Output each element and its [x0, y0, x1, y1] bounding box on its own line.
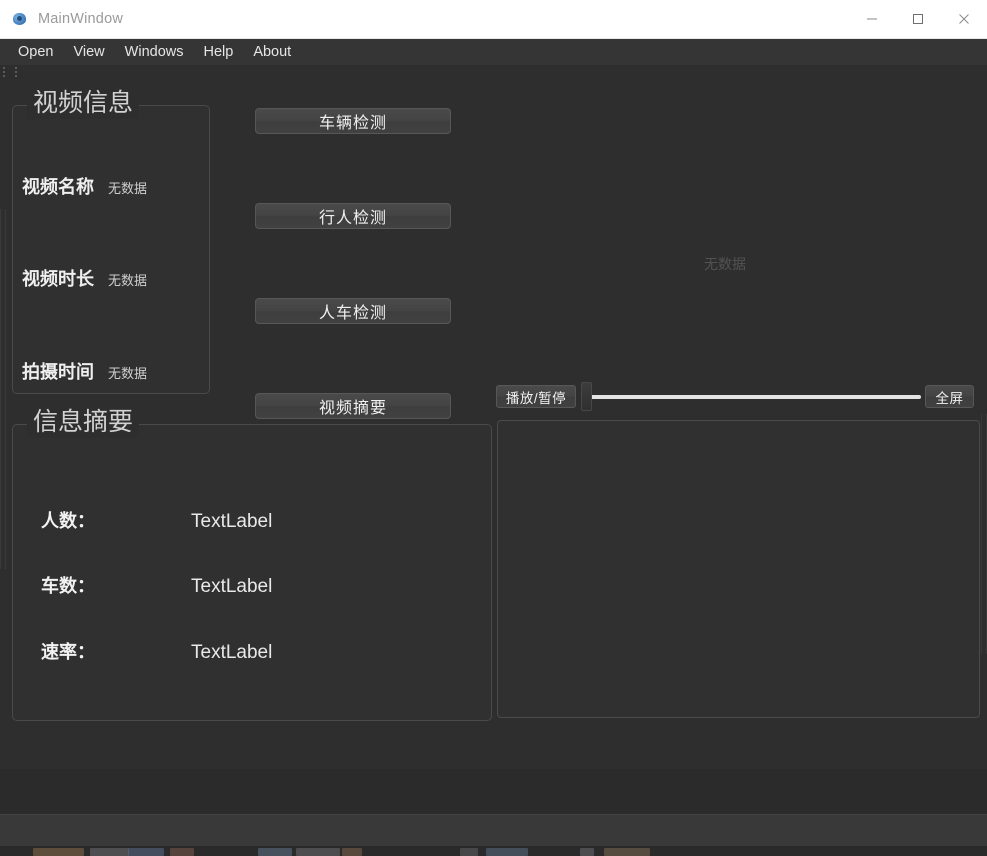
minimize-button[interactable]	[849, 0, 895, 38]
speed-rate-value: TextLabel	[191, 642, 273, 663]
minimize-icon	[867, 18, 877, 20]
window-titlebar[interactable]: MainWindow	[0, 0, 987, 39]
person-vehicle-detection-button[interactable]: 人车检测	[255, 298, 451, 324]
taskbar-chip	[580, 848, 594, 856]
slider-handle[interactable]	[581, 382, 592, 411]
video-name-value: 无数据	[108, 181, 148, 196]
people-count-label: 人数：	[41, 511, 95, 531]
video-info-groupbox: 视频信息 视频名称 无数据 视频时长 无数据 拍摄时间 无数据	[12, 89, 210, 394]
video-duration-value: 无数据	[108, 273, 148, 288]
toolbar-grip-handle[interactable]	[3, 67, 13, 77]
vehicle-count-value: TextLabel	[191, 576, 273, 597]
summary-groupbox: 信息摘要 人数： TextLabel 车数： TextLabel 速率： Tex…	[12, 408, 492, 721]
menu-item-open[interactable]: Open	[8, 41, 63, 63]
video-display-area[interactable]: 无数据	[470, 99, 980, 429]
shoot-time-label: 拍摄时间	[22, 362, 94, 382]
shoot-time-value: 无数据	[108, 366, 148, 381]
slider-groove	[581, 394, 921, 399]
video-summary-label: 视频摘要	[318, 400, 387, 417]
video-info-title: 视频信息	[27, 89, 140, 119]
menubar: Open View Windows Help About	[0, 39, 987, 65]
person-vehicle-detection-label: 人车检测	[318, 305, 387, 322]
splitter-right[interactable]	[981, 414, 987, 654]
summary-title: 信息摘要	[27, 408, 140, 438]
taskbar-chip	[342, 848, 362, 856]
video-placeholder-text: 无数据	[704, 256, 746, 272]
shoot-time-row: 拍摄时间 无数据	[22, 358, 147, 384]
taskbar-chip	[460, 848, 478, 856]
pedestrian-detection-label: 行人检测	[318, 210, 387, 227]
fullscreen-button[interactable]: 全屏	[925, 385, 974, 408]
desktop-taskbar-sliver	[0, 846, 987, 856]
people-count-value: TextLabel	[191, 511, 273, 532]
maximize-button[interactable]	[895, 0, 941, 38]
vehicle-count-label: 车数：	[41, 576, 95, 596]
taskbar-chip	[90, 848, 129, 856]
taskbar-chip	[258, 848, 292, 856]
menu-item-view[interactable]: View	[63, 41, 114, 63]
taskbar-chip	[33, 848, 84, 856]
menu-item-windows[interactable]: Windows	[115, 41, 194, 63]
taskbar-chip	[170, 848, 194, 856]
vehicle-detection-button[interactable]: 车辆检测	[255, 108, 451, 134]
status-bar	[0, 814, 987, 847]
video-progress-slider[interactable]	[581, 382, 921, 411]
fullscreen-label: 全屏	[935, 390, 964, 406]
central-widget: 视频信息 视频名称 无数据 视频时长 无数据 拍摄时间 无数据 车辆检测 行人检…	[0, 79, 987, 856]
play-pause-button[interactable]: 播放/暂停	[496, 385, 576, 408]
video-duration-row: 视频时长 无数据	[22, 265, 147, 291]
close-icon	[959, 14, 969, 24]
close-button[interactable]	[941, 0, 987, 38]
toolbar-grip-handle-2[interactable]	[15, 67, 25, 77]
video-duration-label: 视频时长	[22, 269, 94, 289]
window-controls	[849, 0, 987, 38]
taskbar-chip	[604, 848, 650, 856]
pedestrian-detection-button[interactable]: 行人检测	[255, 203, 451, 229]
toolbar	[0, 65, 987, 79]
taskbar-chip	[486, 848, 528, 856]
vehicle-detection-label: 车辆检测	[318, 115, 387, 132]
splitter-left[interactable]	[0, 209, 6, 569]
maximize-icon	[913, 14, 923, 24]
people-count-row: 人数： TextLabel	[41, 507, 272, 533]
vehicle-count-row: 车数： TextLabel	[41, 572, 272, 598]
window-title: MainWindow	[38, 11, 123, 27]
menu-item-help[interactable]: Help	[193, 41, 243, 63]
speed-rate-row: 速率： TextLabel	[41, 638, 272, 664]
video-name-label: 视频名称	[22, 177, 94, 197]
speed-rate-label: 速率：	[41, 642, 95, 662]
qt-logo-icon	[12, 11, 28, 27]
output-panel[interactable]	[497, 420, 980, 718]
taskbar-chip	[128, 848, 164, 856]
video-name-row: 视频名称 无数据	[22, 173, 147, 199]
play-pause-label: 播放/暂停	[505, 390, 567, 406]
menu-item-about[interactable]: About	[243, 41, 301, 63]
taskbar-chip	[296, 848, 340, 856]
video-summary-button[interactable]: 视频摘要	[255, 393, 451, 419]
